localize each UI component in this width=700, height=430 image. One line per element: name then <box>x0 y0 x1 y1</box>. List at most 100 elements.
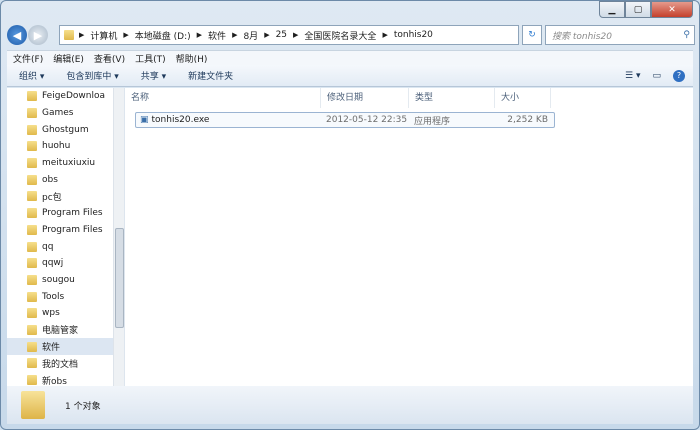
sidebar-item[interactable]: FeigeDownloa <box>7 88 124 105</box>
refresh-button[interactable]: ↻ <box>522 25 542 45</box>
include-in-library-button[interactable]: 包含到库中 ▾ <box>66 69 118 82</box>
breadcrumb-item[interactable]: 计算机 <box>90 29 117 42</box>
folder-icon <box>27 174 37 185</box>
search-placeholder: 搜索 tonhis20 <box>552 31 612 42</box>
sidebar-item[interactable]: pc包 <box>7 188 124 205</box>
search-input[interactable]: 搜索 tonhis20 ⚲ <box>545 25 695 45</box>
folder-icon <box>27 158 37 169</box>
sidebar-item-label: Tools <box>42 291 65 302</box>
breadcrumb-item[interactable]: tonhis20 <box>394 30 433 40</box>
organize-button[interactable]: 组织 ▾ <box>19 69 44 82</box>
breadcrumb-separator-icon[interactable]: ▶ <box>382 31 387 39</box>
sidebar-item-label: 软件 <box>42 343 61 354</box>
file-date: 2012-05-12 22:35 <box>326 115 408 125</box>
sidebar-item-label: Games <box>42 108 74 119</box>
folder-icon <box>27 191 37 202</box>
breadcrumb-separator-icon[interactable]: ▶ <box>293 31 298 39</box>
menu-help[interactable]: 帮助(H) <box>176 52 208 65</box>
folder-icon <box>27 224 37 235</box>
folder-icon <box>27 91 37 102</box>
sidebar-item[interactable]: Tools <box>7 288 124 305</box>
column-date[interactable]: 修改日期 <box>321 88 409 108</box>
view-options-icon[interactable]: ☰ ▾ <box>625 71 640 81</box>
sidebar-item-label: sougou <box>42 274 75 285</box>
sidebar-item-label: 新obs <box>42 376 67 386</box>
file-list: 名称 修改日期 类型 大小 ▣ tonhis20.exe 2012-05-12 2… <box>125 88 693 386</box>
back-button[interactable]: ◀ <box>7 25 27 45</box>
sidebar-item[interactable]: huohu <box>7 138 124 155</box>
breadcrumb-item[interactable]: 软件 <box>208 29 226 42</box>
breadcrumb-separator-icon[interactable]: ▶ <box>232 31 237 39</box>
sidebar-scrollbar[interactable] <box>113 88 124 386</box>
menu-tools[interactable]: 工具(T) <box>135 52 166 65</box>
file-name: tonhis20.exe <box>151 115 210 125</box>
folder-icon <box>27 291 37 302</box>
sidebar-item-label: pc包 <box>42 192 62 203</box>
sidebar-item[interactable]: obs <box>7 171 124 188</box>
column-type[interactable]: 类型 <box>409 88 495 108</box>
sidebar-item[interactable]: Ghostgum <box>7 121 124 138</box>
sidebar-item-label: meituxiuxiu <box>42 158 96 169</box>
folder-icon <box>27 274 37 285</box>
close-button[interactable]: ✕ <box>651 1 693 18</box>
exe-icon: ▣ <box>140 115 149 125</box>
sidebar-item-label: Ghostgum <box>42 124 89 135</box>
navigation-pane: FeigeDownloa Games Ghostgum huohu meituxiuxi… <box>7 88 125 386</box>
menu-view[interactable]: 查看(V) <box>94 52 125 65</box>
breadcrumb-separator-icon[interactable]: ▶ <box>123 31 128 39</box>
folder-icon <box>27 141 37 152</box>
address-bar[interactable]: ▶ 计算机 ▶ 本地磁盘 (D:) ▶ 软件 ▶ 8月 ▶ 25 ▶ 全国医院名录大全 ▶ tonhis2… <box>59 25 519 45</box>
menu-file[interactable]: 文件(F) <box>13 52 43 65</box>
file-row[interactable]: ▣ tonhis20.exe 2012-05-12 22:35 应用程序 2,25… <box>135 112 555 128</box>
breadcrumb-item[interactable]: 25 <box>276 30 287 40</box>
file-size: 2,252 KB <box>507 115 548 125</box>
explorer-window: ▁ ▢ ✕ ◀ ▶ ▶ 计算机 ▶ 本地磁盘 (D:) ▶ 软件 ▶ 8月 ▶ 25 ▶ 全国医院名录… <box>0 0 700 430</box>
search-icon: ⚲ <box>683 30 690 40</box>
sidebar-item-label: wps <box>42 308 60 319</box>
folder-icon <box>27 241 37 252</box>
sidebar-item-label: Program Files <box>42 208 103 219</box>
sidebar-item[interactable]: Program Files <box>7 222 124 239</box>
breadcrumb-separator-icon[interactable]: ▶ <box>264 31 269 39</box>
sidebar-item-label: qq <box>42 241 54 252</box>
breadcrumb-separator-icon[interactable]: ▶ <box>197 31 202 39</box>
new-folder-button[interactable]: 新建文件夹 <box>188 69 233 82</box>
folder-icon <box>27 108 37 119</box>
sidebar-item-label: Program Files <box>42 224 103 235</box>
sidebar-item[interactable]: Program Files <box>7 205 124 222</box>
sidebar-item[interactable]: Games <box>7 105 124 122</box>
forward-button[interactable]: ▶ <box>28 25 48 45</box>
sidebar-item[interactable]: 新obs <box>7 372 124 386</box>
sidebar-item[interactable]: sougou <box>7 272 124 289</box>
folder-icon <box>27 124 37 135</box>
breadcrumb-item[interactable]: 本地磁盘 (D:) <box>135 29 191 42</box>
folder-icon <box>27 308 37 319</box>
sidebar-item[interactable]: 软件 <box>7 338 124 355</box>
sidebar-item-label: 电脑管家 <box>42 326 79 337</box>
item-count: 1 个对象 <box>65 401 101 412</box>
sidebar-item[interactable]: qqwj <box>7 255 124 272</box>
sidebar-item-label: 我的文档 <box>42 359 79 370</box>
details-pane: 1 个对象 <box>7 386 693 424</box>
preview-pane-icon[interactable]: ▭ <box>652 71 661 81</box>
share-button[interactable]: 共享 ▾ <box>141 69 166 82</box>
sidebar-item[interactable]: wps <box>7 305 124 322</box>
minimize-button[interactable]: ▁ <box>599 1 625 18</box>
command-bar: 组织 ▾ 包含到库中 ▾ 共享 ▾ 新建文件夹 ☰ ▾ ▭ ? <box>7 65 693 87</box>
folder-icon <box>27 375 37 386</box>
maximize-button[interactable]: ▢ <box>625 1 651 18</box>
breadcrumb-separator-icon[interactable]: ▶ <box>79 31 84 39</box>
column-size[interactable]: 大小 <box>495 88 551 108</box>
breadcrumb-item[interactable]: 8月 <box>243 29 258 42</box>
folder-icon <box>27 341 37 352</box>
breadcrumb-item[interactable]: 全国医院名录大全 <box>304 29 376 42</box>
menu-bar: 文件(F) 编辑(E) 查看(V) 工具(T) 帮助(H) <box>7 50 693 65</box>
scrollbar-thumb[interactable] <box>115 228 124 328</box>
help-icon[interactable]: ? <box>673 69 685 82</box>
menu-edit[interactable]: 编辑(E) <box>53 52 84 65</box>
sidebar-item[interactable]: 电脑管家 <box>7 322 124 339</box>
column-name[interactable]: 名称 <box>125 88 321 108</box>
sidebar-item[interactable]: meituxiuxiu <box>7 155 124 172</box>
sidebar-item[interactable]: 我的文档 <box>7 355 124 372</box>
sidebar-item[interactable]: qq <box>7 238 124 255</box>
